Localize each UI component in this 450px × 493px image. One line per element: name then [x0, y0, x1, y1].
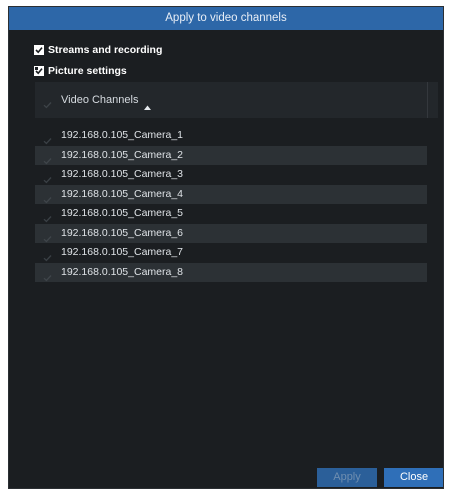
column-divider[interactable] — [427, 82, 428, 118]
streams-checkbox[interactable] — [34, 45, 44, 55]
channel-name: 192.168.0.105_Camera_8 — [61, 265, 184, 278]
channel-row[interactable]: 192.168.0.105_Camera_4 — [35, 184, 427, 204]
channel-row[interactable]: 192.168.0.105_Camera_8 — [35, 262, 427, 282]
column-header-video-channels[interactable]: Video Channels — [61, 82, 138, 118]
close-button[interactable]: Close — [384, 468, 443, 487]
picture-checkbox[interactable] — [34, 66, 44, 76]
select-all-check-icon[interactable] — [43, 96, 52, 114]
table-header: Video Channels — [35, 82, 438, 118]
channel-name: 192.168.0.105_Camera_4 — [61, 187, 184, 200]
channel-name: 192.168.0.105_Camera_1 — [61, 129, 184, 141]
picture-label: Picture settings — [48, 65, 127, 77]
checkmark-icon — [35, 67, 43, 75]
channel-name: 192.168.0.105_Camera_7 — [61, 246, 184, 258]
video-channels-panel: Video Channels 192.168.0.105_Camera_1 19… — [35, 82, 438, 282]
channel-name: 192.168.0.105_Camera_6 — [61, 226, 184, 239]
dialog-title: Apply to video channels — [9, 7, 443, 30]
picture-settings-option[interactable]: Picture settings — [34, 64, 127, 78]
channel-list: 192.168.0.105_Camera_1 192.168.0.105_Cam… — [35, 126, 427, 282]
row-check-icon[interactable] — [43, 269, 52, 287]
channel-row[interactable]: 192.168.0.105_Camera_7 — [35, 243, 427, 263]
apply-dialog: Apply to video channels Streams and reco… — [8, 6, 444, 489]
sort-ascending-icon[interactable] — [144, 97, 151, 115]
checkmark-icon — [35, 47, 43, 54]
channel-row[interactable]: 192.168.0.105_Camera_3 — [35, 165, 427, 185]
channel-row[interactable]: 192.168.0.105_Camera_1 — [35, 126, 427, 146]
channel-row[interactable]: 192.168.0.105_Camera_2 — [35, 145, 427, 165]
apply-button[interactable]: Apply — [317, 468, 377, 487]
channel-row[interactable]: 192.168.0.105_Camera_5 — [35, 204, 427, 224]
streams-recording-option[interactable]: Streams and recording — [34, 43, 162, 57]
streams-label: Streams and recording — [48, 44, 163, 56]
channel-name: 192.168.0.105_Camera_5 — [61, 207, 184, 219]
channel-row[interactable]: 192.168.0.105_Camera_6 — [35, 223, 427, 243]
channel-name: 192.168.0.105_Camera_3 — [61, 168, 184, 180]
channel-name: 192.168.0.105_Camera_2 — [61, 148, 184, 161]
